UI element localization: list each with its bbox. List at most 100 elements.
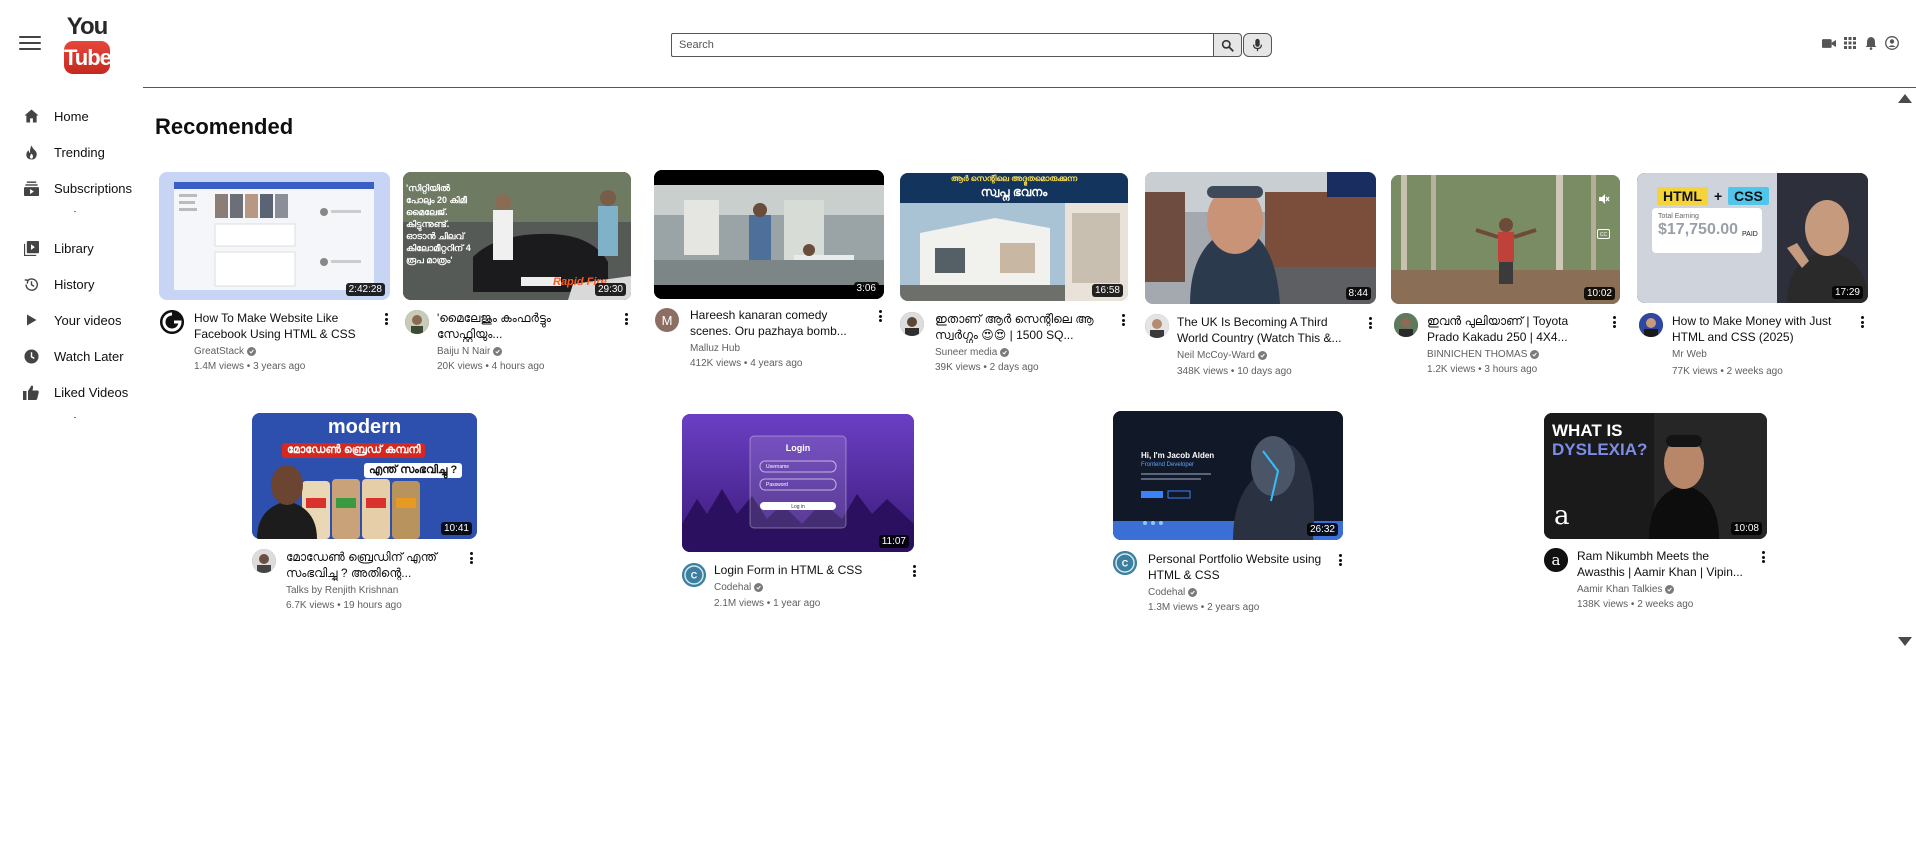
sidebar-item-label: Watch Later — [54, 348, 124, 364]
channel-name[interactable]: GreatStack — [194, 346, 257, 357]
channel-name[interactable]: Suneer media — [935, 347, 1010, 358]
video-meta: 348K views • 10 days ago — [1177, 366, 1292, 377]
scroll-down-arrow-icon[interactable] — [1898, 637, 1912, 646]
view-count: 1.2K views — [1427, 364, 1476, 375]
video-title[interactable]: 'മൈലേജും കംഫർട്ടും സേഫ്റ്റിയും... — [437, 310, 612, 342]
more-options-icon[interactable] — [382, 312, 390, 326]
video-title[interactable]: How to Make Money with Just HTML and CSS… — [1672, 313, 1848, 345]
more-options-icon[interactable] — [910, 564, 918, 578]
avatar-initial: M — [661, 312, 673, 328]
channel-avatar[interactable] — [1394, 313, 1418, 337]
sidebar-item-library[interactable]: Library — [22, 237, 94, 259]
video-title[interactable]: Ram Nikumbh Meets the Awasthis | Aamir K… — [1577, 548, 1757, 580]
video-thumbnail[interactable]: 3:06 — [654, 170, 884, 299]
channel-avatar[interactable] — [900, 312, 924, 336]
video-thumbnail[interactable]: Hi, I'm Jacob Alden Frontend Developer 2… — [1113, 411, 1343, 540]
video-thumbnail[interactable]: 'സിറ്റിയിൽ പോലും 20 കിമീ മൈലേജ്. കിട്ടുന… — [403, 172, 631, 300]
sidebar-item-subscriptions[interactable]: Subscriptions — [22, 177, 132, 199]
clock-icon — [22, 347, 40, 365]
aamir-khan-talkies-logo-icon: a — [1544, 548, 1568, 572]
video-title[interactable]: How To Make Website Like Facebook Using … — [194, 310, 369, 342]
channel-avatar[interactable] — [1145, 314, 1169, 338]
channel-name-text: Codehal — [1148, 587, 1186, 598]
thumbnail-login-title: Login — [785, 443, 811, 453]
upload-age: 4 hours ago — [491, 361, 545, 372]
channel-name[interactable]: Talks by Renjith Krishnan — [286, 585, 398, 596]
video-thumbnail[interactable]: 8:44 — [1145, 172, 1376, 304]
thumbnail-caption-line1: WHAT IS — [1552, 421, 1623, 440]
video-thumbnail[interactable]: CC 10:02 — [1391, 175, 1620, 304]
video-thumbnail[interactable]: HTML + CSS Total Earning $17,750.00 PAID… — [1637, 173, 1868, 303]
more-options-icon[interactable] — [1610, 315, 1618, 329]
channel-name[interactable]: BINNICHEN THOMAS — [1427, 349, 1540, 360]
avatar-image — [900, 312, 924, 336]
search-input[interactable] — [671, 33, 1213, 57]
video-duration: 17:29 — [1831, 286, 1863, 299]
thumbnail-image — [654, 170, 884, 299]
video-thumbnail[interactable]: 2:42:28 — [159, 172, 390, 300]
video-thumbnail[interactable]: Login Username Password Log in 11:07 — [682, 414, 914, 552]
upload-age: 19 hours ago — [343, 600, 402, 611]
video-meta: 2.1M views • 1 year ago — [714, 598, 821, 609]
video-thumbnail[interactable]: WHAT IS DYSLEXIA? a 10:08 — [1544, 413, 1767, 539]
thumbnail-image — [1391, 175, 1620, 304]
channel-name[interactable]: Aamir Khan Talkies — [1577, 584, 1675, 595]
more-options-icon[interactable] — [1119, 313, 1127, 327]
voice-search-button[interactable] — [1243, 33, 1272, 57]
view-count: 20K views — [437, 361, 483, 372]
video-duration: 10:41 — [440, 522, 472, 535]
thumbnail-caption-line1: മോഡേൺ ബ്രെഡ് കമ്പനി — [282, 443, 426, 458]
video-camera-icon[interactable] — [1822, 36, 1836, 50]
video-title[interactable]: Personal Portfolio Website using HTML & … — [1148, 551, 1328, 583]
more-options-icon[interactable] — [1858, 315, 1866, 329]
channel-avatar[interactable]: C — [1113, 551, 1137, 575]
video-title[interactable]: ഇവൻ പുലിയാണ് | Toyota Prado Kakadu 250 |… — [1427, 313, 1602, 345]
more-options-icon[interactable] — [1366, 316, 1374, 330]
channel-avatar[interactable]: C — [682, 563, 706, 587]
channel-avatar[interactable] — [160, 310, 184, 334]
more-options-icon[interactable] — [467, 551, 475, 565]
menu-icon[interactable] — [19, 36, 41, 52]
sidebar-item-watch-later[interactable]: Watch Later — [22, 345, 124, 367]
channel-avatar[interactable]: a — [1544, 548, 1568, 572]
sidebar-item-your-videos[interactable]: Your videos — [22, 309, 121, 331]
youtube-logo[interactable]: You Tube — [64, 15, 112, 75]
sidebar-item-label: Subscriptions — [54, 180, 133, 196]
sidebar-item-home[interactable]: Home — [22, 105, 89, 127]
svg-text:CC: CC — [1600, 232, 1608, 238]
more-options-icon[interactable] — [1759, 550, 1767, 564]
header-actions — [1822, 36, 1899, 50]
account-icon[interactable] — [1885, 36, 1899, 50]
video-thumbnail[interactable]: ആർ സെന്റിലെ അദ്ഭുതമൊരുക്കുന്ന സ്വപ്ന ഭവന… — [900, 173, 1128, 301]
view-count: 2.1M views — [714, 598, 765, 609]
verified-icon — [493, 347, 503, 356]
more-options-icon[interactable] — [876, 309, 884, 323]
channel-name[interactable]: Mr Web — [1672, 349, 1707, 360]
avatar-image — [1145, 314, 1169, 338]
video-title[interactable]: Login Form in HTML & CSS — [714, 562, 899, 578]
channel-name[interactable]: Malluz Hub — [690, 343, 740, 354]
search-button[interactable] — [1213, 33, 1242, 57]
channel-avatar[interactable] — [1639, 313, 1663, 337]
sidebar-item-liked-videos[interactable]: Liked Videos — [22, 381, 128, 403]
sidebar-item-history[interactable]: History — [22, 273, 94, 295]
more-options-icon[interactable] — [1336, 553, 1344, 567]
channel-name[interactable]: Codehal — [1148, 587, 1198, 598]
channel-name[interactable]: Neil McCoy-Ward — [1177, 350, 1267, 361]
video-title[interactable]: ഇതാണ് ആർ സെന്റിലെ ആ സ്വർഗ്ഗം 😍😍 | 1500 S… — [935, 311, 1113, 343]
scroll-up-arrow-icon[interactable] — [1898, 94, 1912, 103]
channel-avatar[interactable]: M — [655, 308, 679, 332]
channel-avatar[interactable] — [252, 549, 276, 573]
more-options-icon[interactable] — [622, 312, 630, 326]
channel-name[interactable]: Codehal — [714, 582, 764, 593]
video-title[interactable]: Hareesh kanaran comedy scenes. Oru pazha… — [690, 307, 866, 339]
video-title[interactable]: The UK Is Becoming A Third World Country… — [1177, 314, 1357, 346]
video-thumbnail[interactable]: modern മോഡേൺ ബ്രെഡ് കമ്പനി എന്ത് സംഭവിച്… — [252, 413, 477, 539]
channel-name[interactable]: Baiju N Nair — [437, 346, 503, 357]
bell-icon[interactable] — [1864, 36, 1878, 50]
header-divider — [143, 87, 1916, 88]
apps-grid-icon[interactable] — [1843, 36, 1857, 50]
sidebar-item-trending[interactable]: Trending — [22, 141, 105, 163]
channel-avatar[interactable] — [405, 310, 429, 334]
video-title[interactable]: മോഡേൺ ബ്രെഡിന് എന്ത് സംഭവിച്ചു ? അതിന്റെ… — [286, 549, 461, 581]
